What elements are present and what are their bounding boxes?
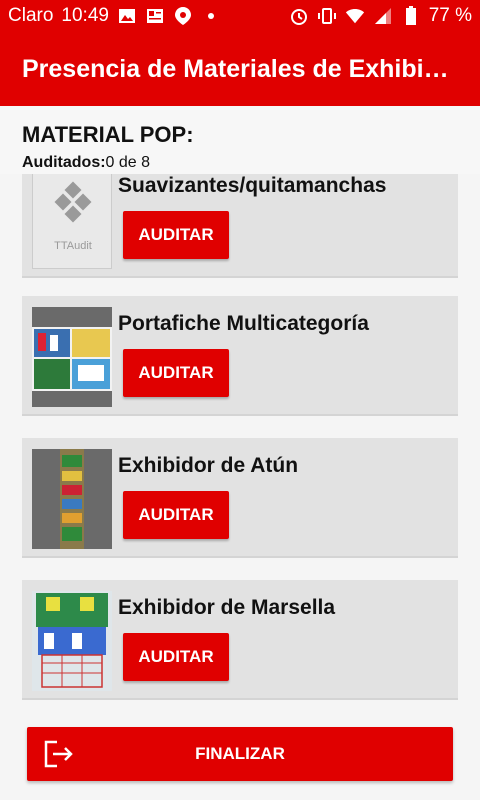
item-title: Exhibidor de Atún: [118, 454, 299, 477]
clock: 10:49: [61, 5, 109, 26]
finalize-button[interactable]: FINALIZAR: [27, 727, 453, 781]
item-title: Exhibidor de Marsella: [118, 596, 336, 619]
signal-icon: [373, 6, 393, 26]
finalize-label: FINALIZAR: [195, 744, 285, 763]
page-title: Presencia de Materiales de Exhibición: [22, 54, 458, 83]
list-item: TTAudit Suavizantes/quitamanchas AUDITAR: [22, 174, 458, 278]
image-icon: [117, 6, 137, 26]
dot-icon: [201, 6, 221, 26]
wifi-icon: [345, 6, 365, 26]
list-item: Portafiche Multicategoría AUDITAR: [22, 296, 458, 416]
audit-button[interactable]: AUDITAR: [123, 491, 229, 539]
audit-count: Auditados:0 de 8: [22, 154, 458, 172]
ttaudit-logo-text: TTAudit: [54, 240, 92, 252]
display-rack-photo-thumbnail: [32, 449, 112, 549]
audited-label: Auditados:: [22, 154, 106, 171]
item-title: Suavizantes/quitamanchas: [118, 174, 387, 197]
ttaudit-logo-thumbnail: TTAudit: [32, 174, 112, 269]
marsella-display-photo-thumbnail: [32, 591, 112, 691]
item-title: Portafiche Multicategoría: [118, 312, 369, 335]
battery-level: 77 %: [428, 5, 472, 26]
audit-button[interactable]: AUDITAR: [123, 633, 229, 681]
vibrate-icon: [317, 6, 337, 26]
location-pin-icon: [173, 6, 193, 26]
exit-icon: [43, 739, 75, 769]
alarm-icon: [289, 6, 309, 26]
list-item: Exhibidor de Marsella AUDITAR: [22, 580, 458, 700]
carrier-label: Claro: [8, 5, 54, 26]
news-icon: [145, 6, 165, 26]
material-list[interactable]: TTAudit Suavizantes/quitamanchas AUDITAR…: [0, 174, 480, 704]
poster-photo-thumbnail: [32, 307, 112, 407]
audited-value: 0 de 8: [105, 154, 151, 171]
battery-icon: [401, 6, 421, 26]
status-bar: Claro 10:49 77 %: [0, 0, 480, 32]
list-item: Exhibidor de Atún AUDITAR: [22, 438, 458, 558]
audit-button[interactable]: AUDITAR: [123, 211, 229, 259]
section-header: MATERIAL POP: Auditados:0 de 8: [0, 106, 480, 174]
app-bar: Presencia de Materiales de Exhibición: [0, 32, 480, 106]
audit-button[interactable]: AUDITAR: [123, 349, 229, 397]
section-title: MATERIAL POP:: [22, 122, 194, 147]
